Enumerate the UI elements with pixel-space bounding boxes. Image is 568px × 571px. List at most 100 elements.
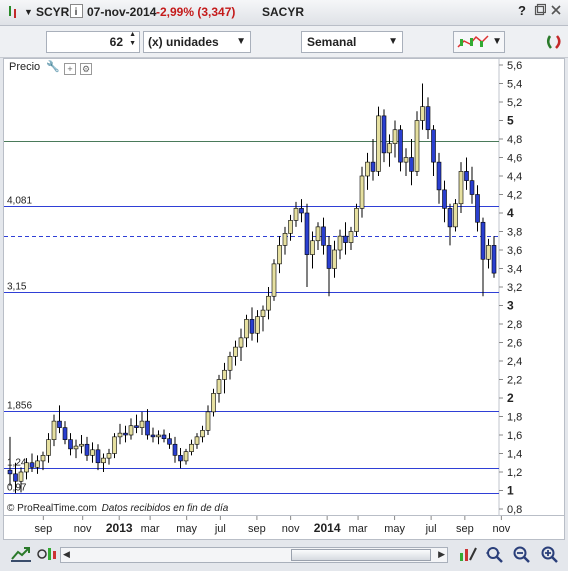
sync-icon[interactable] (544, 32, 564, 56)
stepper-arrows-icon[interactable]: ▲ ▼ (129, 30, 136, 48)
candle-body (425, 106, 431, 131)
candle-body (260, 309, 266, 317)
candle-body (79, 443, 84, 447)
candle-body (431, 129, 436, 163)
y-tick-label: 1,4 (507, 449, 522, 461)
y-tick-label: 5 (507, 114, 514, 128)
price-label: Precio (9, 61, 41, 73)
candle-body (101, 457, 106, 464)
period-dropdown[interactable]: Semanal ▼ (301, 31, 403, 53)
close-icon[interactable] (550, 3, 562, 20)
candle-body (458, 171, 464, 205)
indicators-icon[interactable] (36, 545, 58, 567)
restore-icon[interactable] (534, 3, 547, 20)
candle-body (288, 220, 293, 234)
scroll-left-icon[interactable]: ◀ (63, 549, 70, 560)
price-chart-svg[interactable]: 5,6 5,4 5,2 5 4,8 4,6 4,4 4,2 4 3,8 3,6 3,4 3,2 3 2,8 2… (4, 59, 566, 517)
candle-body (332, 249, 337, 269)
panel-settings-icon[interactable]: ⚙ (80, 63, 93, 75)
chart-style-dropdown[interactable]: ▼ (453, 31, 505, 53)
candle-body (227, 356, 233, 371)
scrollbar-thumb[interactable] (291, 549, 431, 561)
candle-body (277, 245, 282, 265)
candle-body (480, 221, 486, 260)
data-source-note: © ProRealTime.com Datos recibidos en fin… (7, 503, 229, 514)
chevron-down-icon[interactable]: ▼ (236, 32, 246, 52)
y-tick-label: 0,8 (507, 504, 522, 516)
y-tick-label: 2,2 (507, 375, 522, 387)
chevron-down-icon[interactable]: ▼ (388, 32, 398, 52)
candle-body (464, 171, 469, 181)
price-chart[interactable]: 5,6 5,4 5,2 5 4,8 4,6 4,4 4,2 4 3,8 3,6 3,4 3,2 3 2,8 2… (3, 58, 566, 517)
candle-body (24, 462, 29, 473)
y-tick-label: 5,6 (507, 60, 522, 72)
help-icon[interactable]: ? (518, 3, 526, 18)
candle-body (365, 161, 370, 177)
price-panel-label: Precio 🔧 + ⚙ (7, 60, 95, 75)
panel-add-icon[interactable]: + (64, 63, 77, 75)
candle-body (447, 208, 453, 228)
y-tick-label: 4 (507, 206, 514, 220)
candle-body (13, 473, 18, 482)
units-value[interactable]: 62 (110, 32, 123, 52)
zoom-out-icon[interactable] (512, 545, 532, 567)
candle-body (469, 180, 475, 195)
y-tick-label: 1,2 (507, 467, 522, 479)
info-icon[interactable]: i (70, 4, 84, 22)
x-tick-label: jul (214, 523, 226, 535)
date-label: 07-nov-2014 (87, 5, 157, 19)
candle-body (381, 115, 387, 154)
zoom-in-icon[interactable] (540, 545, 560, 567)
candle-body (211, 393, 216, 413)
units-stepper[interactable]: 62 ▲ ▼ (46, 31, 140, 53)
chevron-down-icon[interactable]: ▼ (492, 32, 502, 52)
chart-add-icon[interactable] (10, 545, 32, 567)
bottom-toolbar: ◀ ▶ (0, 540, 568, 571)
y-tick-label: 3 (507, 299, 514, 313)
status-icon (6, 4, 20, 23)
symbol-dropdown-icon[interactable]: ▼ (24, 7, 33, 17)
draw-icon[interactable] (458, 545, 478, 567)
y-tick-label: 1,8 (507, 412, 522, 424)
y-tick-label: 4,8 (507, 134, 522, 146)
candle-body (321, 226, 326, 246)
candle-body (310, 240, 315, 255)
y-tick-label: 4,6 (507, 153, 522, 165)
time-scrollbar[interactable]: ◀ ▶ (60, 547, 448, 563)
reference-line-label: 1,856 (7, 401, 32, 412)
units-dropdown[interactable]: (x) unidades ▼ (143, 31, 251, 53)
x-tick-label: sep (248, 523, 266, 535)
change-label: -2,99% (3,347) (156, 5, 236, 19)
x-tick-label: mar (141, 523, 160, 535)
x-tick-label: sep (34, 523, 52, 535)
y-tick-label: 3,8 (507, 227, 522, 239)
time-axis: sep nov 2013 mar may jul sep nov 2014 mar may jul se… (3, 516, 565, 540)
candle-body (40, 455, 46, 462)
candle-body (106, 453, 112, 459)
candle-body (420, 106, 425, 121)
candle-body (233, 346, 238, 357)
candle-body (348, 231, 354, 243)
candle-body (73, 445, 79, 450)
y-tick-label: 2,6 (507, 338, 522, 350)
candle-body (453, 203, 458, 228)
candle-body (172, 443, 178, 456)
candle-body (62, 427, 68, 440)
reference-line-label: 3,15 (7, 282, 27, 293)
candle-body (84, 443, 90, 456)
candle-body (376, 115, 381, 172)
y-tick-label: 4,2 (507, 190, 522, 202)
wrench-icon[interactable]: 🔧 (46, 61, 60, 73)
candle-body (304, 212, 310, 255)
symbol-label[interactable]: SCYR (36, 5, 69, 19)
candle-body (46, 439, 51, 456)
candle-body (205, 411, 211, 431)
zoom-fit-icon[interactable] (485, 545, 505, 567)
scroll-right-icon[interactable]: ▶ (438, 549, 445, 560)
candle-body (216, 379, 222, 394)
y-tick-label: 3,6 (507, 245, 522, 257)
candle-body (409, 157, 414, 172)
instrument-name: SACYR (262, 5, 305, 19)
candle-body (392, 129, 398, 144)
source-brand: © ProRealTime.com (7, 503, 97, 514)
